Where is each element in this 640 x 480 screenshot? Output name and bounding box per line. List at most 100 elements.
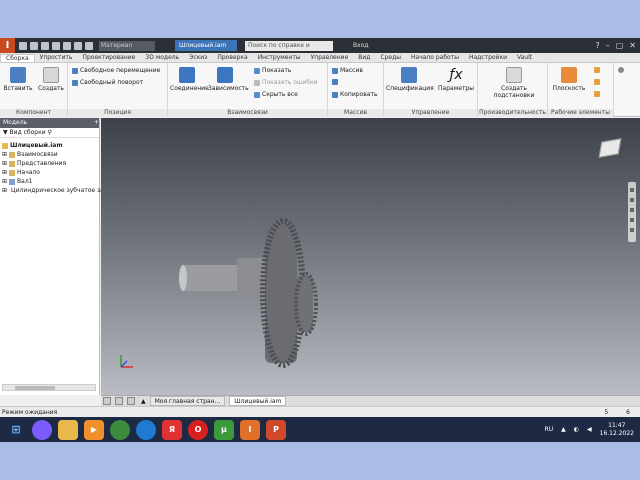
panel-title-work-features[interactable]: Рабочие элементы [548,109,613,117]
create-substitutes-button[interactable]: Создать подстановки [492,67,536,99]
menu-view-icon[interactable] [127,397,135,405]
tab-manage[interactable]: Управление [306,54,354,61]
tree-item-root[interactable]: Шлицевый.iam [2,141,97,150]
tree-item-shaft[interactable]: ⊞ Вал1 [2,177,97,186]
tab-tools[interactable]: Инструменты [253,54,306,61]
search-input[interactable]: Поиск по справке и командам [245,40,333,59]
tree-item-representations[interactable]: ⊞ Представления [2,159,97,168]
free-move-button[interactable]: Свободное перемещение [72,67,160,74]
free-rotate-button[interactable]: Свободный поворот [72,79,143,86]
ribbon-options-button[interactable] [618,67,624,73]
add-panel-icon[interactable]: + [94,118,99,128]
panel-title-position[interactable]: Позиция [68,109,167,117]
tab-inspect[interactable]: Проверка [212,54,252,61]
opera-icon[interactable]: O [188,419,208,440]
gear-shaft-model[interactable] [101,118,640,395]
view-selector[interactable]: Вид сборки [10,129,46,136]
ucs-button[interactable] [594,91,600,97]
material-dropdown[interactable]: Материал [99,40,155,51]
panel-title-pattern[interactable]: Массив [328,109,383,117]
tab-3d-model[interactable]: 3D модель [140,54,184,61]
language-indicator[interactable]: RU [545,426,554,433]
tab-assembly[interactable]: Сборка [0,53,35,62]
redo-icon[interactable] [63,41,71,50]
show-sick-button[interactable]: Показать ошибки [254,79,318,86]
undo-icon[interactable] [52,41,60,50]
yandex-icon[interactable]: Я [162,419,182,440]
tree-item-gear[interactable]: ⊞ Цилиндрическое зубчатое зацепление [2,186,135,195]
copy-button[interactable]: Копировать [332,91,377,98]
tab-design[interactable]: Проектирование [77,54,140,61]
network-icon[interactable]: ◐ [574,426,579,433]
find-icon[interactable]: ⚲ [48,129,52,136]
show-button[interactable]: Показать [254,67,291,74]
tab-my-home[interactable]: Моя главная стран... [149,396,226,406]
inventor-icon[interactable]: I [240,419,260,440]
tab-vault[interactable]: Vault [512,54,537,61]
joint-button[interactable]: Соединение [170,67,209,92]
axis-button[interactable] [594,67,600,73]
tab-simplify[interactable]: Упростить [35,54,78,61]
place-button[interactable]: Вставить [1,67,35,92]
edge-icon[interactable] [136,419,156,440]
cascade-view-icon[interactable] [115,397,123,405]
chrome-icon[interactable] [110,419,130,440]
panel-title-productivity[interactable]: Производительность [478,109,547,117]
media-player-icon[interactable]: ▶ [84,419,104,440]
tab-get-started[interactable]: Начало работы [406,54,464,61]
volume-icon[interactable]: ◀ [587,426,592,433]
panel-pattern: Массив Копировать Массив [328,63,384,117]
browser-title[interactable]: Модель [3,118,27,128]
assembly-icon [2,142,8,149]
tab-view[interactable]: Вид [353,54,375,61]
filter-icon[interactable]: ▼ [3,129,8,136]
tab-addins[interactable]: Надстройки [464,54,512,61]
save-icon[interactable] [41,41,49,50]
tile-view-icon[interactable] [103,397,111,405]
help-icon[interactable]: ? [595,41,599,50]
mirror-icon-button[interactable] [332,79,338,85]
browser-toolbar: ▼ Вид сборки ⚲ [0,128,99,138]
panel-title-component[interactable]: Компонент [0,109,67,117]
panel-position: Свободное перемещение Свободный поворот … [68,63,168,117]
close-button[interactable]: ✕ [629,41,636,50]
tab-document[interactable]: Шлицевый.iam [229,396,287,406]
open-icon[interactable] [30,41,38,50]
pattern-button[interactable]: Массив [332,67,363,74]
utorrent-icon[interactable]: µ [214,419,234,440]
explorer-icon[interactable] [58,419,78,440]
start-icon[interactable]: ⊞ [6,420,26,440]
tree-item-relationships[interactable]: ⊞ Взаимосвязи [2,150,97,159]
alice-icon[interactable] [32,419,52,440]
minimize-button[interactable]: – [606,41,610,50]
bom-button[interactable]: Спецификация [386,67,434,92]
panel-work-features: Плоскость Рабочие элементы [548,63,614,117]
panel-productivity: Создать подстановки Производительность [478,63,548,117]
new-icon[interactable] [19,41,27,50]
plane-button[interactable]: Плоскость [550,67,588,92]
tree-item-origin[interactable]: ⊞ Начало [2,168,97,177]
graphics-viewport[interactable] [101,118,640,395]
select-icon[interactable] [85,41,93,50]
panel-title-manage[interactable]: Управление [384,109,477,117]
parameters-button[interactable]: ƒx Параметры [436,67,476,92]
tab-environments[interactable]: Среды [375,54,406,61]
point-button[interactable] [594,79,600,85]
create-button[interactable]: Создать [34,67,68,92]
clock[interactable]: 11:47 16.12.2022 [600,422,634,438]
ribbon-tabs: Сборка Упростить Проектирование 3D модел… [0,53,640,63]
app-logo-icon[interactable]: I [0,38,15,53]
folder-icon [9,151,16,158]
panel-title-relationships[interactable]: Взаимосвязи [168,109,327,117]
hide-all-button[interactable]: Скрыть все [254,91,298,98]
scrollbar-thumb[interactable] [15,386,55,390]
powerpoint-icon[interactable]: P [266,419,286,440]
horizontal-scrollbar[interactable] [2,384,96,391]
constrain-button[interactable]: Зависимость [208,67,249,92]
maximize-button[interactable]: ▢ [616,41,624,50]
tab-sketch[interactable]: Эскиз [184,54,212,61]
tabs-arrow-icon[interactable]: ▲ [141,398,146,405]
tray-arrow-icon[interactable]: ▲ [561,426,566,433]
user-signin[interactable]: Вход [353,42,369,49]
home-icon[interactable] [74,41,82,50]
